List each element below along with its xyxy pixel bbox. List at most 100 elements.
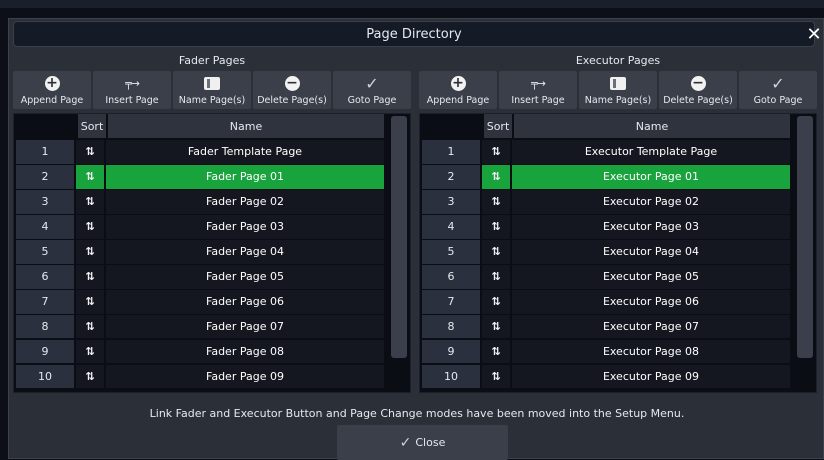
- table-row[interactable]: 7 ⇅ Fader Page 06: [14, 289, 384, 314]
- table-row[interactable]: 6 ⇅ Executor Page 05: [420, 264, 790, 289]
- executor-append-page-button[interactable]: + Append Page: [419, 71, 497, 109]
- row-name[interactable]: Executor Template Page: [512, 140, 790, 164]
- row-number[interactable]: 4: [16, 214, 74, 239]
- executor-goto-page-button[interactable]: ✓ Goto Page: [739, 71, 817, 109]
- drag-hand-icon[interactable]: ⇅: [76, 239, 104, 264]
- drag-hand-icon[interactable]: ⇅: [76, 289, 104, 314]
- fader-goto-page-button[interactable]: ✓ Goto Page: [333, 71, 411, 109]
- row-number[interactable]: 2: [422, 164, 480, 189]
- row-name[interactable]: Fader Page 06: [106, 289, 384, 314]
- row-number[interactable]: 1: [16, 140, 74, 164]
- drag-hand-icon[interactable]: ⇅: [482, 140, 510, 164]
- row-name[interactable]: Fader Page 01: [106, 164, 384, 189]
- sort-column-header[interactable]: Sort: [484, 114, 512, 138]
- table-row[interactable]: 1 ⇅ Executor Template Page: [420, 140, 790, 164]
- row-name[interactable]: Executor Page 01: [512, 164, 790, 189]
- table-row[interactable]: 9 ⇅ Fader Page 08: [14, 339, 384, 364]
- row-number[interactable]: 3: [422, 189, 480, 214]
- drag-hand-icon[interactable]: ⇅: [482, 264, 510, 289]
- row-number[interactable]: 2: [16, 164, 74, 189]
- fader-delete-pages-button[interactable]: − Delete Page(s): [253, 71, 331, 109]
- fader-scrollbar[interactable]: [391, 116, 407, 358]
- drag-hand-icon[interactable]: ⇅: [76, 314, 104, 339]
- executor-name-pages-button[interactable]: Name Page(s): [579, 71, 657, 109]
- drag-hand-icon[interactable]: ⇅: [76, 339, 104, 364]
- row-name[interactable]: Executor Page 05: [512, 264, 790, 289]
- row-number[interactable]: 10: [16, 364, 74, 389]
- row-name[interactable]: Executor Page 02: [512, 189, 790, 214]
- checkmark-icon: ✓: [399, 434, 412, 451]
- table-row[interactable]: 5 ⇅ Fader Page 04: [14, 239, 384, 264]
- row-name[interactable]: Fader Page 04: [106, 239, 384, 264]
- row-name[interactable]: Executor Page 09: [512, 364, 790, 389]
- close-icon[interactable]: ✕: [803, 21, 824, 47]
- executor-scrollbar[interactable]: [797, 116, 813, 358]
- drag-hand-icon[interactable]: ⇅: [76, 264, 104, 289]
- row-name[interactable]: Fader Page 05: [106, 264, 384, 289]
- executor-insert-page-button[interactable]: ╤→ Insert Page: [499, 71, 577, 109]
- row-number[interactable]: 7: [16, 289, 74, 314]
- row-number[interactable]: 10: [422, 364, 480, 389]
- dialog-title: Page Directory: [366, 26, 462, 42]
- table-row[interactable]: 9 ⇅ Executor Page 08: [420, 339, 790, 364]
- close-button[interactable]: ✓ Close: [337, 425, 508, 460]
- table-row[interactable]: 3 ⇅ Executor Page 02: [420, 189, 790, 214]
- drag-hand-icon[interactable]: ⇅: [482, 339, 510, 364]
- drag-hand-icon[interactable]: ⇅: [482, 239, 510, 264]
- table-row[interactable]: 8 ⇅ Fader Page 07: [14, 314, 384, 339]
- executor-delete-pages-button[interactable]: − Delete Page(s): [659, 71, 737, 109]
- drag-hand-icon[interactable]: ⇅: [76, 189, 104, 214]
- drag-hand-icon[interactable]: ⇅: [482, 364, 510, 389]
- row-name[interactable]: Executor Page 08: [512, 339, 790, 364]
- row-number[interactable]: 9: [422, 339, 480, 364]
- table-row[interactable]: 1 ⇅ Fader Template Page: [14, 140, 384, 164]
- row-number[interactable]: 5: [422, 239, 480, 264]
- table-row[interactable]: 7 ⇅ Executor Page 06: [420, 289, 790, 314]
- row-number[interactable]: 9: [16, 339, 74, 364]
- row-number[interactable]: 3: [16, 189, 74, 214]
- row-name[interactable]: Fader Template Page: [106, 140, 384, 164]
- row-name[interactable]: Fader Page 08: [106, 339, 384, 364]
- drag-hand-icon[interactable]: ⇅: [482, 314, 510, 339]
- drag-hand-icon[interactable]: ⇅: [76, 164, 104, 189]
- row-number[interactable]: 6: [16, 264, 74, 289]
- table-row[interactable]: 5 ⇅ Executor Page 04: [420, 239, 790, 264]
- row-name[interactable]: Fader Page 09: [106, 364, 384, 389]
- drag-hand-icon[interactable]: ⇅: [76, 364, 104, 389]
- fader-name-pages-button[interactable]: Name Page(s): [173, 71, 251, 109]
- table-row[interactable]: 10 ⇅ Fader Page 09: [14, 364, 384, 389]
- name-column-header[interactable]: Name: [108, 114, 384, 138]
- drag-hand-icon[interactable]: ⇅: [76, 214, 104, 239]
- row-number[interactable]: 7: [422, 289, 480, 314]
- row-number[interactable]: 1: [422, 140, 480, 164]
- drag-hand-icon[interactable]: ⇅: [76, 140, 104, 164]
- row-name[interactable]: Executor Page 06: [512, 289, 790, 314]
- row-number[interactable]: 6: [422, 264, 480, 289]
- fader-insert-page-button[interactable]: ╤→ Insert Page: [93, 71, 171, 109]
- table-row[interactable]: 3 ⇅ Fader Page 02: [14, 189, 384, 214]
- drag-hand-icon[interactable]: ⇅: [482, 189, 510, 214]
- row-number[interactable]: 8: [422, 314, 480, 339]
- sort-column-header[interactable]: Sort: [78, 114, 106, 138]
- row-number[interactable]: 4: [422, 214, 480, 239]
- table-row[interactable]: 2 ⇅ Executor Page 01: [420, 164, 790, 189]
- row-name[interactable]: Executor Page 03: [512, 214, 790, 239]
- row-name[interactable]: Executor Page 04: [512, 239, 790, 264]
- row-number[interactable]: 8: [16, 314, 74, 339]
- name-column-header[interactable]: Name: [514, 114, 790, 138]
- row-name[interactable]: Fader Page 07: [106, 314, 384, 339]
- drag-hand-icon[interactable]: ⇅: [482, 214, 510, 239]
- drag-hand-icon[interactable]: ⇅: [482, 164, 510, 189]
- table-row[interactable]: 2 ⇅ Fader Page 01: [14, 164, 384, 189]
- table-row[interactable]: 8 ⇅ Executor Page 07: [420, 314, 790, 339]
- row-name[interactable]: Fader Page 02: [106, 189, 384, 214]
- row-name[interactable]: Executor Page 07: [512, 314, 790, 339]
- table-row[interactable]: 6 ⇅ Fader Page 05: [14, 264, 384, 289]
- drag-hand-icon[interactable]: ⇅: [482, 289, 510, 314]
- table-row[interactable]: 4 ⇅ Executor Page 03: [420, 214, 790, 239]
- fader-append-page-button[interactable]: + Append Page: [13, 71, 91, 109]
- table-row[interactable]: 4 ⇅ Fader Page 03: [14, 214, 384, 239]
- row-number[interactable]: 5: [16, 239, 74, 264]
- table-row[interactable]: 10 ⇅ Executor Page 09: [420, 364, 790, 389]
- row-name[interactable]: Fader Page 03: [106, 214, 384, 239]
